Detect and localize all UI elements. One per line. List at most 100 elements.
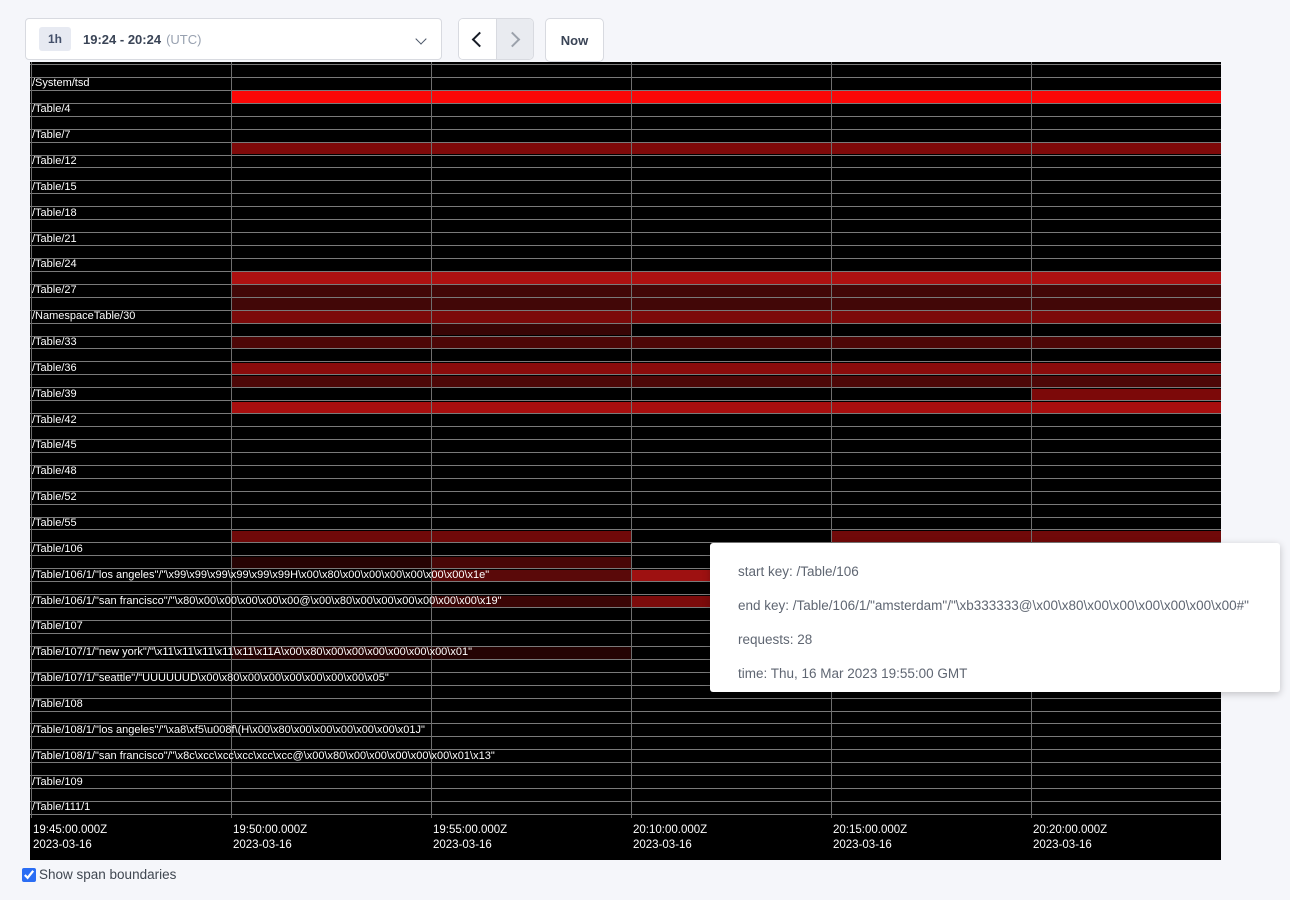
span-boundary-line [30, 310, 1221, 311]
row-label: /Table/108/1/"san francisco"/"\x8c\xcc\x… [32, 750, 495, 762]
span-boundary-line [30, 374, 1221, 375]
row-label: /Table/55 [32, 517, 77, 529]
row-label: /Table/42 [32, 414, 77, 426]
span-boundary-line [30, 478, 1221, 479]
span-boundary-line [30, 452, 1221, 453]
axis-time: 20:15:00.000Z [833, 823, 907, 838]
x-axis-label: 20:10:00.000Z2023-03-16 [631, 823, 707, 852]
span-boundary-line [30, 400, 1221, 401]
span-boundary-line [30, 271, 1221, 272]
footer: Show span boundaries [22, 867, 176, 882]
heat-band [431, 557, 631, 568]
span-boundary-line [30, 698, 1221, 699]
span-boundary-line [30, 348, 1221, 349]
chevron-right-icon [505, 31, 521, 47]
span-boundary-line [30, 64, 1221, 65]
chevron-down-icon [415, 33, 426, 44]
axis-date: 2023-03-16 [1033, 838, 1107, 853]
row-label: /Table/18 [32, 207, 77, 219]
span-boundary-line [30, 284, 1221, 285]
heat-band [231, 285, 1221, 296]
key-visualizer-page: 1h 19:24 - 20:24 (UTC) Now /System/tsd/T… [0, 0, 1290, 900]
row-label: /Table/107 [32, 620, 83, 632]
span-boundary-line [30, 504, 1221, 505]
heat-band [231, 298, 1221, 309]
span-boundary-line [30, 336, 1221, 337]
span-boundary-line [30, 180, 1221, 181]
axis-time: 19:50:00.000Z [233, 823, 307, 838]
span-boundary-line [30, 426, 1221, 427]
span-boundary-line [30, 775, 1221, 776]
row-label: /Table/108/1/"los angeles"/"\xa8\xf5\u00… [32, 724, 425, 736]
show-span-boundaries-checkbox[interactable] [22, 868, 36, 882]
chevron-left-icon [471, 31, 487, 47]
span-boundary-line [30, 77, 1221, 78]
span-boundary-line [30, 245, 1221, 246]
span-boundary-line [30, 129, 1221, 130]
row-label: /Table/107/1/"seattle"/"UUUUUUD\x00\x80\… [32, 672, 389, 684]
span-boundary-line [30, 788, 1221, 789]
span-boundary-line [30, 814, 1221, 815]
time-range-selector[interactable]: 1h 19:24 - 20:24 (UTC) [25, 18, 442, 60]
row-label: /Table/39 [32, 388, 77, 400]
heat-band [1031, 389, 1221, 400]
hover-tooltip: start key: /Table/106 end key: /Table/10… [710, 543, 1280, 692]
axis-time: 19:55:00.000Z [433, 823, 507, 838]
axis-date: 2023-03-16 [233, 838, 307, 853]
heat-band [431, 324, 631, 335]
heat-band [231, 402, 1221, 413]
row-label: /Table/106/1/"san francisco"/"\x80\x00\x… [32, 595, 502, 607]
tooltip-start-key: start key: /Table/106 [738, 554, 1270, 588]
span-boundary-line [30, 413, 1221, 414]
now-button[interactable]: Now [545, 18, 604, 62]
x-axis-label: 20:20:00.000Z2023-03-16 [1031, 823, 1107, 852]
tooltip-end-key: end key: /Table/106/1/"amsterdam"/"\xb33… [738, 588, 1270, 622]
span-boundary-line [30, 142, 1221, 143]
row-label: /Table/33 [32, 336, 77, 348]
row-label: /Table/7 [32, 129, 71, 141]
heat-band [231, 311, 1221, 322]
heat-band [231, 363, 1221, 374]
heat-band [631, 596, 710, 607]
span-boundary-line [30, 439, 1221, 440]
span-boundary-line [30, 232, 1221, 233]
span-boundary-line [30, 361, 1221, 362]
row-label: /NamespaceTable/30 [32, 310, 135, 322]
row-label: /Table/24 [32, 258, 77, 270]
heat-band [631, 570, 710, 581]
axis-date: 2023-03-16 [633, 838, 707, 853]
heat-band [231, 337, 1221, 348]
span-boundary-line [30, 155, 1221, 156]
time-gridline [431, 62, 432, 818]
heat-band [831, 531, 1221, 542]
time-gridline [1031, 62, 1032, 818]
time-range-badge: 1h [39, 27, 71, 51]
span-boundary-line [30, 167, 1221, 168]
x-axis-label: 19:45:00.000Z2023-03-16 [31, 823, 107, 852]
row-label: /Table/108 [32, 698, 83, 710]
heatmap-canvas[interactable]: /System/tsd/Table/4/Table/7/Table/12/Tab… [30, 62, 1221, 860]
heat-band [231, 376, 1221, 387]
span-boundary-line [30, 323, 1221, 324]
span-boundary-line [30, 491, 1221, 492]
span-boundary-line [30, 116, 1221, 117]
row-label: /Table/106/1/"los angeles"/"\x99\x99\x99… [32, 569, 489, 581]
axis-time: 20:10:00.000Z [633, 823, 707, 838]
row-label: /Table/107/1/"new york"/"\x11\x11\x11\x1… [32, 646, 472, 658]
time-gridline [231, 62, 232, 818]
axis-time: 19:45:00.000Z [33, 823, 107, 838]
next-range-button[interactable] [496, 19, 534, 59]
span-boundary-line [30, 517, 1221, 518]
row-label: /Table/48 [32, 465, 77, 477]
row-label: /System/tsd [32, 77, 89, 89]
tooltip-time: time: Thu, 16 Mar 2023 19:55:00 GMT [738, 656, 1270, 690]
row-label: /Table/106 [32, 543, 83, 555]
axis-date: 2023-03-16 [433, 838, 507, 853]
span-boundary-line [30, 193, 1221, 194]
prev-range-button[interactable] [459, 19, 496, 59]
x-axis-label: 20:15:00.000Z2023-03-16 [831, 823, 907, 852]
row-label: /Table/52 [32, 491, 77, 503]
span-boundary-line [30, 801, 1221, 802]
time-range-label: 19:24 - 20:24 [83, 32, 161, 47]
tooltip-requests: requests: 28 [738, 622, 1270, 656]
